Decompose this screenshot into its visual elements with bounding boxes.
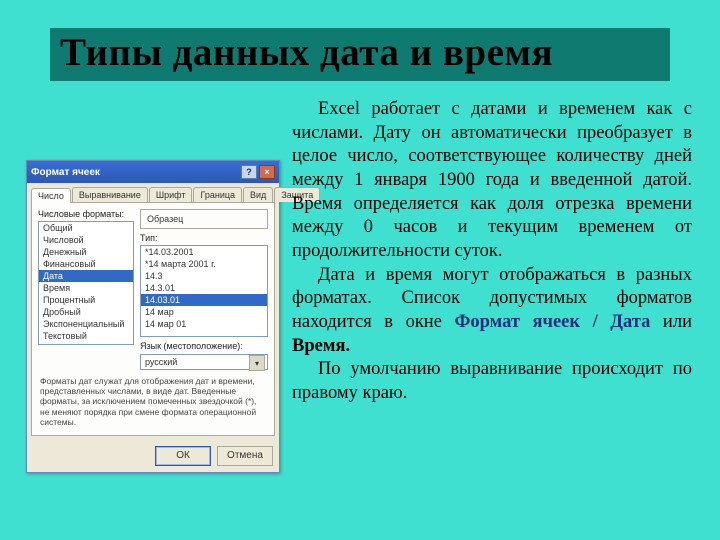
list-item[interactable]: 14.3.01 bbox=[141, 282, 267, 294]
bold-format-cells: Формат ячеек / Дата bbox=[454, 312, 650, 332]
types-list[interactable]: *14.03.2001 *14 марта 2001 г. 14.3 14.3.… bbox=[140, 245, 268, 337]
list-item[interactable]: Экспоненциальный bbox=[39, 318, 133, 330]
paragraph-1: Excel работает с датами и временем как с… bbox=[292, 98, 692, 264]
list-item[interactable]: Дробный bbox=[39, 306, 133, 318]
list-item[interactable]: Процентный bbox=[39, 294, 133, 306]
dialog-title: Формат ячеек bbox=[31, 167, 100, 178]
locale-label: Язык (местоположение): bbox=[140, 341, 268, 351]
sample-label: Образец bbox=[147, 214, 183, 224]
locale-value: русский bbox=[145, 357, 177, 367]
tab-view[interactable]: Вид bbox=[243, 187, 273, 202]
list-item-selected[interactable]: Дата bbox=[39, 270, 133, 282]
cancel-button[interactable]: Отмена bbox=[217, 446, 273, 466]
slide-body: Excel работает с датами и временем как с… bbox=[292, 98, 692, 406]
tab-border[interactable]: Граница bbox=[193, 187, 242, 202]
bold-time: Время. bbox=[292, 336, 350, 356]
sample-box: Образец bbox=[140, 209, 268, 229]
list-item[interactable]: 14 мар bbox=[141, 306, 267, 318]
dialog-hint: Форматы дат служат для отображения дат и… bbox=[38, 370, 268, 429]
list-item[interactable]: Время bbox=[39, 282, 133, 294]
categories-list[interactable]: Общий Числовой Денежный Финансовый Дата … bbox=[38, 221, 134, 345]
slide-title-block: Типы данных дата и время bbox=[50, 28, 670, 81]
tab-alignment[interactable]: Выравнивание bbox=[72, 187, 148, 202]
dialog-titlebar: Формат ячеек ? × bbox=[27, 161, 279, 183]
list-item[interactable]: Общий bbox=[39, 222, 133, 234]
type-label: Тип: bbox=[140, 233, 268, 243]
list-item[interactable]: *14 марта 2001 г. bbox=[141, 258, 267, 270]
list-item[interactable]: Денежный bbox=[39, 246, 133, 258]
help-button[interactable]: ? bbox=[241, 165, 257, 179]
list-item-selected[interactable]: 14.03.01 bbox=[141, 294, 267, 306]
format-cells-dialog: Формат ячеек ? × Число Выравнивание Шриф… bbox=[26, 160, 280, 473]
tab-number[interactable]: Число bbox=[31, 188, 71, 203]
dialog-buttons: ОК Отмена bbox=[27, 440, 279, 472]
list-item[interactable]: 14.3 bbox=[141, 270, 267, 282]
list-item[interactable]: Дополнительный bbox=[39, 342, 133, 345]
slide-title: Типы данных дата и время bbox=[60, 30, 660, 75]
ok-button[interactable]: ОК bbox=[155, 446, 211, 466]
list-item[interactable]: 14 мар 01 bbox=[141, 318, 267, 330]
close-button[interactable]: × bbox=[259, 165, 275, 179]
tab-font[interactable]: Шрифт bbox=[149, 187, 193, 202]
paragraph-2: Дата и время могут отображаться в разных… bbox=[292, 264, 692, 359]
paragraph-3: По умолчанию выравнивание происходит по … bbox=[292, 358, 692, 405]
list-item[interactable]: Финансовый bbox=[39, 258, 133, 270]
list-item[interactable]: *14.03.2001 bbox=[141, 246, 267, 258]
dialog-panel: Числовые форматы: Общий Числовой Денежны… bbox=[31, 202, 275, 436]
dialog-tabs: Число Выравнивание Шрифт Граница Вид Защ… bbox=[27, 183, 279, 202]
list-item[interactable]: Числовой bbox=[39, 234, 133, 246]
categories-label: Числовые форматы: bbox=[38, 209, 134, 219]
locale-combo[interactable]: русский bbox=[140, 354, 268, 370]
list-item[interactable]: Текстовый bbox=[39, 330, 133, 342]
